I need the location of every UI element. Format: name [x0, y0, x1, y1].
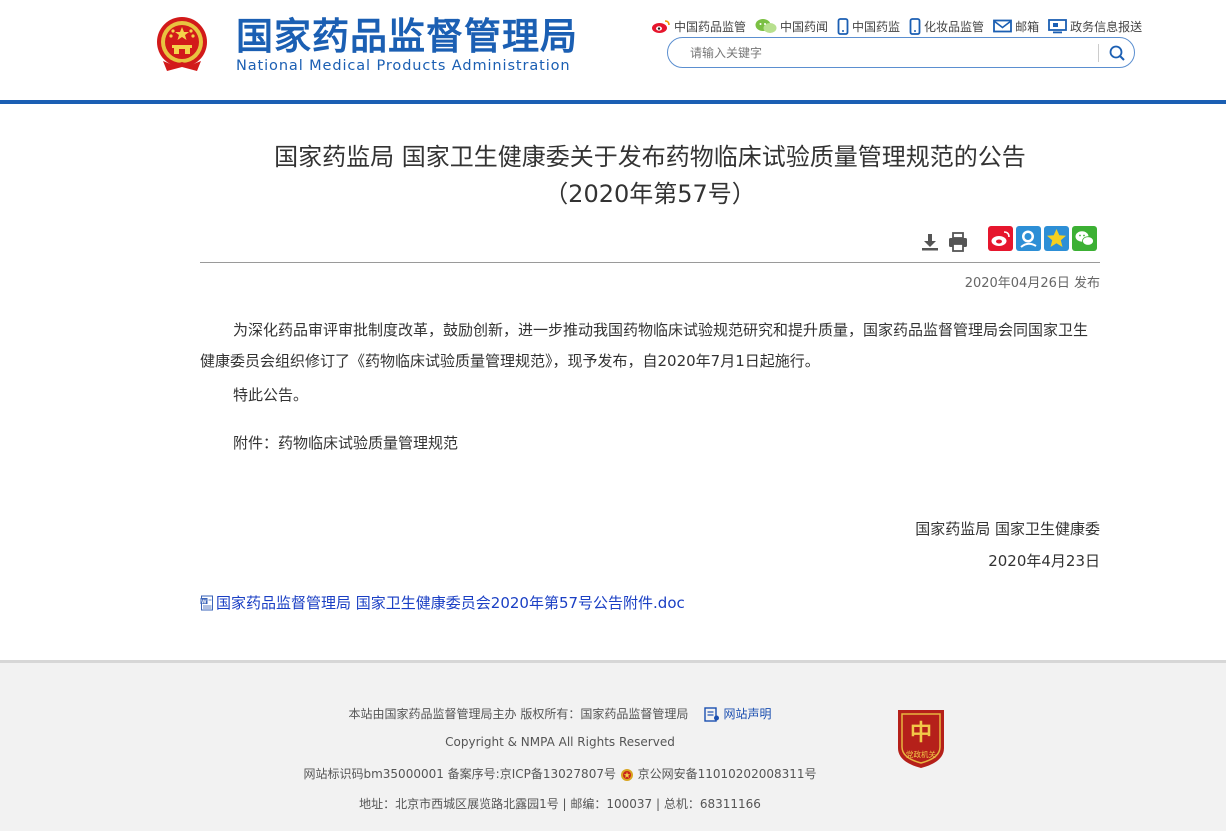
weibo-icon — [652, 20, 670, 33]
nav-item-report[interactable]: 政务信息报送 — [1048, 18, 1142, 35]
nav-item-label: 中国药品监管 — [674, 19, 747, 34]
title-line-1: 国家药监局 国家卫生健康委关于发布药物临床试验质量管理规范的公告 — [274, 143, 1026, 171]
top-nav: 中国药品监管 中国药闻 中国药监 化妆品监管 邮箱 政务信息报送 — [651, 16, 1142, 36]
publish-date: 2020年04月26日 发布 — [964, 276, 1100, 291]
nav-item-label: 中国药闻 — [780, 19, 829, 34]
site-logo-subtitle[interactable]: National Medical Products Administration — [236, 58, 571, 74]
police-badge-icon — [620, 768, 633, 781]
mobile-icon — [837, 17, 849, 35]
monitor-icon — [1048, 18, 1067, 33]
word-doc-icon: W — [200, 595, 213, 610]
article-paragraph: 为深化药品审评审批制度改革，鼓励创新，进一步推动我国药物临床试验规范研究和提升质… — [200, 321, 1089, 370]
wechat-share-icon[interactable] — [1072, 226, 1097, 251]
footer-record-line: 网站标识码bm35000001 备案序号:京ICP备13027807号 京公网安… — [0, 765, 1120, 782]
statement-icon — [703, 707, 719, 722]
mobile-app-icon — [909, 17, 921, 35]
badge-label: 党政机关 — [906, 749, 936, 759]
nav-item-mail[interactable]: 邮箱 — [993, 18, 1039, 35]
nav-item-label: 邮箱 — [1015, 19, 1040, 34]
nav-item-label: 政务信息报送 — [1070, 19, 1143, 34]
title-rule — [200, 262, 1100, 263]
header-divider-bar — [0, 100, 1226, 104]
mail-icon — [993, 19, 1012, 33]
search-box — [667, 37, 1135, 68]
search-icon[interactable] — [1106, 42, 1128, 64]
footer-address: 地址：北京市西城区展览路北露园1号 | 邮编：100037 | 总机：68311… — [359, 797, 761, 811]
title-line-2: （2020年第57号） — [544, 180, 756, 208]
article-closing: 特此公告。 — [233, 386, 309, 404]
footer-statement-link[interactable]: 网站声明 — [723, 707, 771, 721]
footer-police-record[interactable]: 京公网安备11010202008311号 — [638, 767, 817, 781]
signature-date: 2020年4月23日 — [988, 552, 1100, 570]
attachment-link[interactable]: W 国家药品监督管理局 国家卫生健康委员会2020年第57号公告附件.doc — [200, 592, 685, 613]
qzone-share-icon[interactable] — [1016, 226, 1041, 251]
download-icon[interactable] — [918, 230, 942, 254]
favorite-share-icon[interactable] — [1044, 226, 1069, 251]
nav-item-label: 中国药监 — [852, 19, 901, 34]
attachment-note: 附件：药物临床试验质量管理规范 — [233, 434, 459, 452]
search-divider — [1098, 44, 1099, 62]
site-logo-title[interactable]: 国家药品监督管理局 — [236, 14, 578, 60]
svg-text:中: 中 — [910, 720, 932, 746]
page-title: 国家药监局 国家卫生健康委关于发布药物临床试验质量管理规范的公告 （2020年第… — [200, 141, 1100, 210]
nav-item-weibo[interactable]: 中国药品监管 — [651, 18, 746, 35]
signature: 国家药监局 国家卫生健康委 — [915, 520, 1100, 538]
article-tools — [918, 230, 974, 254]
nav-item-mobile[interactable]: 中国药监 — [837, 17, 901, 35]
weibo-share-icon[interactable] — [988, 226, 1013, 251]
share-buttons — [988, 226, 1100, 251]
site-footer: 本站由国家药品监督管理局主办 版权所有：国家药品监督管理局 网站声明 Copyr… — [0, 660, 1226, 831]
wechat-icon — [755, 19, 777, 33]
site-header: 国家药品监督管理局 National Medical Products Admi… — [0, 0, 1226, 100]
svg-text:W: W — [201, 599, 207, 605]
footer-host: 本站由国家药品监督管理局主办 版权所有：国家药品监督管理局 — [348, 707, 689, 721]
nav-item-cosmetics[interactable]: 化妆品监管 — [909, 17, 985, 35]
print-icon[interactable] — [946, 230, 970, 254]
search-input[interactable] — [690, 43, 1090, 63]
national-emblem-icon[interactable] — [151, 13, 213, 75]
footer-site-id[interactable]: 网站标识码bm35000001 备案序号:京ICP备13027807号 — [303, 767, 615, 781]
footer-host-line: 本站由国家药品监督管理局主办 版权所有：国家药品监督管理局 网站声明 — [0, 705, 1120, 722]
attachment-link-text[interactable]: 国家药品监督管理局 国家卫生健康委员会2020年第57号公告附件.doc — [216, 592, 685, 613]
nav-item-wechat[interactable]: 中国药闻 — [755, 18, 828, 35]
nav-item-label: 化妆品监管 — [924, 19, 985, 34]
government-agency-badge-icon[interactable]: 中 党政机关 — [894, 706, 948, 770]
footer-copyright: Copyright & NMPA All Rights Reserved — [445, 735, 675, 749]
